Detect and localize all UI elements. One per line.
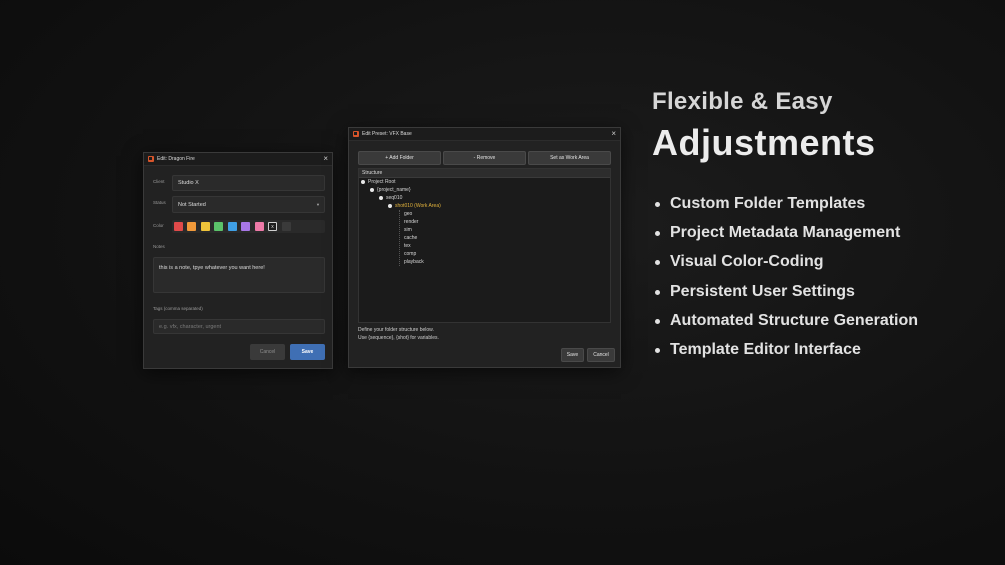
feature-text: Template Editor Interface	[670, 341, 861, 358]
feature-text: Custom Folder Templates	[670, 195, 866, 212]
color-swatch-green[interactable]	[214, 222, 223, 231]
chevron-down-icon: ▼	[316, 202, 320, 207]
feature-text: Automated Structure Generation	[670, 312, 919, 329]
dialog-title: Edit: Dragon Fire	[157, 156, 195, 162]
status-label: Status	[153, 200, 166, 205]
tree-node-folder[interactable]: comp	[404, 251, 416, 257]
tree-node-seq[interactable]: seq010	[386, 195, 402, 201]
headline-line1: Flexible & Easy	[652, 88, 833, 115]
color-label: Color	[153, 223, 164, 228]
tags-label: Tags (comma separated)	[153, 306, 203, 311]
clear-color-swatch[interactable]: x	[268, 222, 277, 231]
feature-item: Template Editor Interface	[655, 341, 861, 359]
color-swatch-yellow[interactable]	[201, 222, 210, 231]
app-logo-icon	[148, 156, 154, 162]
help-text-line2: Use {sequence}, {shot} for variables.	[358, 335, 439, 341]
help-text-line1: Define your folder structure below.	[358, 327, 434, 333]
edit-project-dialog: Edit: Dragon Fire × Client Studio X Stat…	[143, 152, 333, 369]
custom-color-swatch[interactable]	[282, 222, 291, 231]
tree-node-root[interactable]: Project Root	[368, 179, 396, 185]
color-swatch-orange[interactable]	[187, 222, 196, 231]
tree-expand-icon[interactable]	[379, 196, 383, 200]
bullet-icon	[655, 259, 660, 265]
feature-text: Project Metadata Management	[670, 224, 901, 241]
bullet-icon	[655, 318, 660, 324]
headline-line2: Adjustments	[652, 122, 876, 163]
tree-node-folder[interactable]: geo	[404, 211, 412, 217]
feature-text: Visual Color-Coding	[670, 253, 824, 270]
structure-header: Structure	[359, 169, 610, 178]
save-button[interactable]: Save	[290, 344, 325, 360]
tree-node-folder[interactable]: render	[404, 219, 418, 225]
bullet-icon	[655, 289, 660, 295]
tree-branch-line	[399, 210, 400, 266]
feature-item: Automated Structure Generation	[655, 312, 918, 330]
close-icon[interactable]: ×	[323, 155, 328, 163]
tree-node-shot-work-area[interactable]: shot010 (Work Area)	[395, 203, 441, 209]
dialog-title: Edit Preset: VFX Base	[362, 131, 412, 137]
tree-expand-icon[interactable]	[370, 188, 374, 192]
feature-text: Persistent User Settings	[670, 283, 855, 300]
cancel-button[interactable]: Cancel	[250, 344, 285, 360]
tags-input[interactable]: e.g. vfx, character, urgent	[153, 319, 325, 334]
dialog-titlebar: Edit: Dragon Fire ×	[144, 153, 332, 166]
tree-node-folder[interactable]: tex	[404, 243, 411, 249]
client-field[interactable]: Studio X	[172, 175, 325, 191]
bullet-icon	[655, 230, 660, 236]
tree-expand-icon[interactable]	[388, 204, 392, 208]
notes-textarea[interactable]: this is a note, tpye whatever you want h…	[153, 257, 325, 293]
status-select[interactable]: Not Started ▼	[172, 196, 325, 213]
tree-expand-icon[interactable]	[361, 180, 365, 184]
cancel-button[interactable]: Cancel	[587, 348, 615, 362]
close-icon[interactable]: ×	[611, 130, 616, 138]
clear-x-icon: x	[271, 223, 274, 230]
notes-label: Notes	[153, 244, 165, 249]
status-value: Not Started	[178, 201, 206, 208]
feature-item: Visual Color-Coding	[655, 253, 823, 271]
color-picker: x	[172, 220, 325, 233]
structure-tree[interactable]: Structure Project Root {project_name} se…	[358, 168, 611, 323]
add-folder-button[interactable]: + Add Folder	[358, 151, 441, 165]
tree-node-folder[interactable]: playback	[404, 259, 424, 265]
save-button[interactable]: Save	[561, 348, 584, 362]
feature-item: Persistent User Settings	[655, 283, 855, 301]
color-swatch-red[interactable]	[174, 222, 183, 231]
tree-node-folder[interactable]: cache	[404, 235, 417, 241]
client-label: Client	[153, 179, 165, 184]
app-logo-icon	[353, 131, 359, 137]
feature-item: Custom Folder Templates	[655, 195, 865, 213]
set-work-area-button[interactable]: Set as Work Area	[528, 151, 611, 165]
bullet-icon	[655, 347, 660, 353]
edit-preset-dialog: Edit Preset: VFX Base × + Add Folder - R…	[348, 127, 621, 368]
feature-item: Project Metadata Management	[655, 224, 900, 242]
tree-node-project[interactable]: {project_name}	[377, 187, 411, 193]
remove-button[interactable]: - Remove	[443, 151, 526, 165]
bullet-icon	[655, 201, 660, 207]
dialog-titlebar: Edit Preset: VFX Base ×	[349, 128, 620, 141]
color-swatch-purple[interactable]	[241, 222, 250, 231]
color-swatch-blue[interactable]	[228, 222, 237, 231]
tree-node-folder[interactable]: sim	[404, 227, 412, 233]
color-swatch-pink[interactable]	[255, 222, 264, 231]
